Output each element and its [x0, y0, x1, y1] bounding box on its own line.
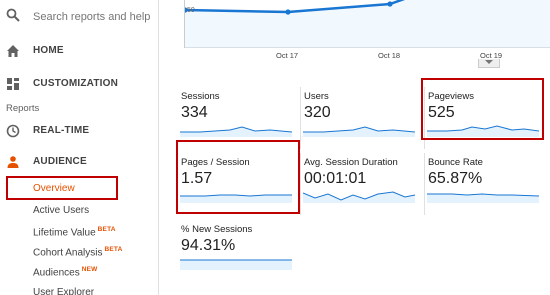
search-icon: [6, 8, 20, 22]
metric-label: % New Sessions: [181, 224, 253, 235]
metric-value: 00:01:01: [304, 170, 367, 187]
nav-home-label: HOME: [33, 45, 64, 56]
metric-card-new-sessions[interactable]: % New Sessions 94.31%: [178, 220, 296, 282]
sparkline: [303, 126, 415, 137]
sessions-chart: [184, 0, 550, 48]
metric-label: Users: [304, 91, 329, 102]
new-badge: NEW: [81, 266, 98, 273]
nav-realtime-label: REAL-TIME: [33, 125, 90, 136]
metric-card-avg-session-duration[interactable]: Avg. Session Duration 00:01:01: [300, 153, 418, 215]
metric-value: 94.31%: [181, 237, 236, 254]
sparkline: [180, 126, 292, 137]
sub-item-lifetime-value-label: Lifetime Value: [33, 227, 96, 239]
metric-card-users[interactable]: Users 320: [300, 87, 418, 149]
nav-customization[interactable]: CUSTOMIZATION: [0, 70, 158, 98]
sub-item-audiences[interactable]: Audiences NEW: [33, 266, 97, 278]
sub-item-lifetime-value[interactable]: Lifetime Value BETA: [33, 226, 116, 238]
nav-home[interactable]: HOME: [0, 37, 158, 65]
x-axis-tick: Oct 17: [276, 51, 299, 60]
chevron-down-icon: [485, 60, 493, 64]
search-placeholder[interactable]: Search reports and help: [33, 11, 150, 23]
chart-line-area: [185, 0, 550, 48]
person-icon: [7, 156, 19, 168]
clock-icon: [6, 124, 20, 138]
metric-label: Sessions: [181, 91, 220, 102]
metric-value: 65.87%: [428, 170, 483, 187]
metric-value: 334: [181, 104, 208, 121]
metric-card-bounce-rate[interactable]: Bounce Rate 65.87%: [424, 153, 542, 215]
chart-collapse-toggle[interactable]: [478, 59, 500, 68]
sidebar: Search reports and help HOME CUSTOMIZATI…: [0, 0, 159, 295]
sub-item-audiences-label: Audiences: [33, 267, 80, 279]
metric-value: 320: [304, 104, 331, 121]
sub-item-cohort-analysis[interactable]: Cohort Analysis BETA: [33, 246, 123, 258]
beta-badge: BETA: [104, 246, 123, 253]
nav-audience-label: AUDIENCE: [33, 156, 87, 167]
main-content: 50 Oct 17 Oct 18 Oct 19 Sessions 334 Use…: [160, 0, 550, 295]
metric-label: Avg. Session Duration: [304, 157, 398, 168]
sub-item-active-users-label: Active Users: [33, 205, 90, 216]
y-axis-tick: 50: [187, 7, 195, 14]
nav-audience[interactable]: AUDIENCE: [0, 148, 158, 176]
chart-point: [285, 9, 291, 15]
nav-customization-label: CUSTOMIZATION: [33, 78, 119, 89]
home-icon: [7, 45, 19, 57]
dashboard-icon: [7, 78, 19, 90]
sub-item-active-users[interactable]: Active Users: [33, 205, 89, 216]
sub-item-user-explorer-label: User Explorer: [33, 287, 95, 295]
pages-per-session-highlight-box: [176, 140, 300, 214]
sparkline: [427, 193, 539, 203]
sparkline: [180, 259, 292, 270]
search-bar[interactable]: Search reports and help: [0, 0, 158, 34]
x-axis-tick: Oct 18: [378, 51, 401, 60]
nav-realtime[interactable]: REAL-TIME: [0, 117, 158, 145]
reports-header: Reports: [6, 103, 40, 114]
pageviews-highlight-box: [421, 78, 544, 140]
overview-highlight-box: [6, 176, 118, 200]
sub-item-user-explorer[interactable]: User Explorer: [33, 287, 94, 295]
chart-point: [387, 1, 393, 7]
sub-item-cohort-analysis-label: Cohort Analysis: [33, 247, 103, 259]
sparkline: [303, 191, 415, 203]
beta-badge: BETA: [97, 226, 116, 233]
metric-label: Bounce Rate: [428, 157, 483, 168]
